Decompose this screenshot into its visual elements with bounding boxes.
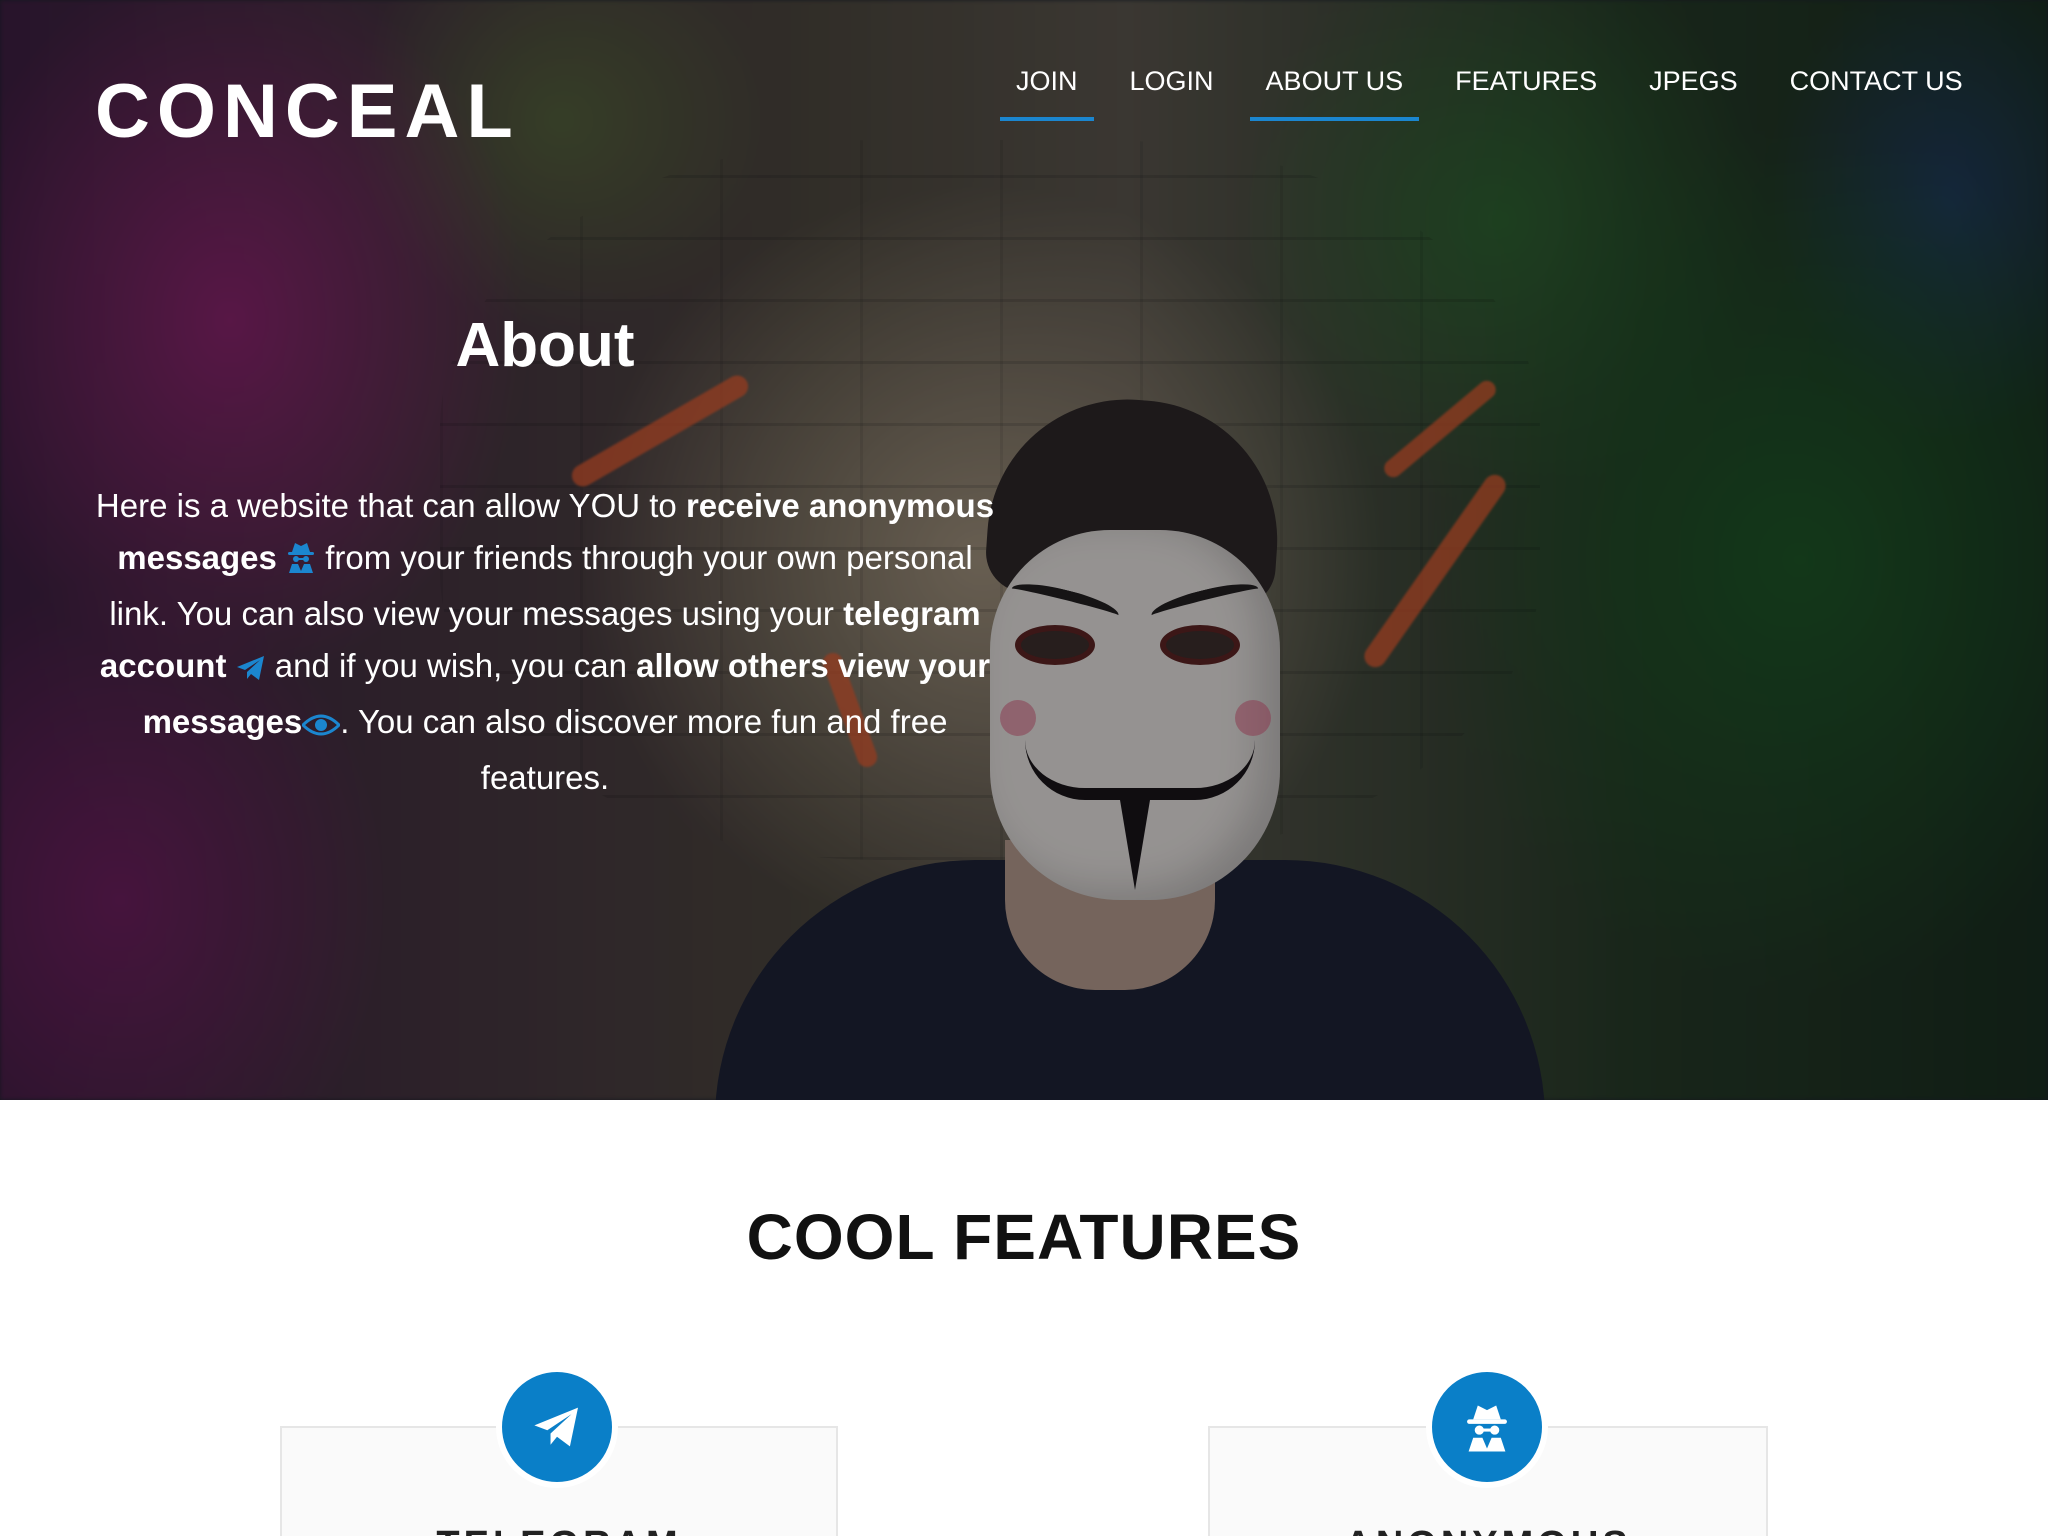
brand-logo[interactable]: CONCEAL [95, 68, 520, 155]
nav-join[interactable]: JOIN [1000, 62, 1094, 121]
about-text-part: Here is a website that can allow YOU to [95, 487, 686, 524]
nav-contact-us[interactable]: CONTACT US [1774, 62, 1979, 121]
features-title: COOL FEATURES [746, 1201, 1302, 1273]
about-title: About [455, 311, 635, 380]
about-text-part: and if you wish, you can [265, 647, 637, 684]
nav-login[interactable]: LOGIN [1114, 62, 1230, 121]
feature-card-label: ANONYMOUS [1210, 1524, 1766, 1536]
telegram-icon [496, 1366, 618, 1488]
main-nav: JOIN LOGIN ABOUT US FEATURES JPEGS CONTA… [1000, 62, 1979, 121]
spy-icon [286, 536, 316, 588]
nav-about-us[interactable]: ABOUT US [1249, 62, 1420, 121]
spy-icon [1426, 1366, 1548, 1488]
hero-section: CONCEAL JOIN LOGIN ABOUT US FEATURES JPE… [0, 0, 2048, 1100]
eye-icon [301, 700, 342, 752]
about-text-part: . You can also discover more fun and fre… [340, 703, 948, 796]
nav-jpegs[interactable]: JPEGS [1633, 62, 1754, 121]
feature-card-label: TELEGRAM [282, 1524, 836, 1536]
nav-features[interactable]: FEATURES [1439, 62, 1613, 121]
about-description: Here is a website that can allow YOU to … [95, 480, 995, 804]
telegram-icon [236, 644, 266, 696]
